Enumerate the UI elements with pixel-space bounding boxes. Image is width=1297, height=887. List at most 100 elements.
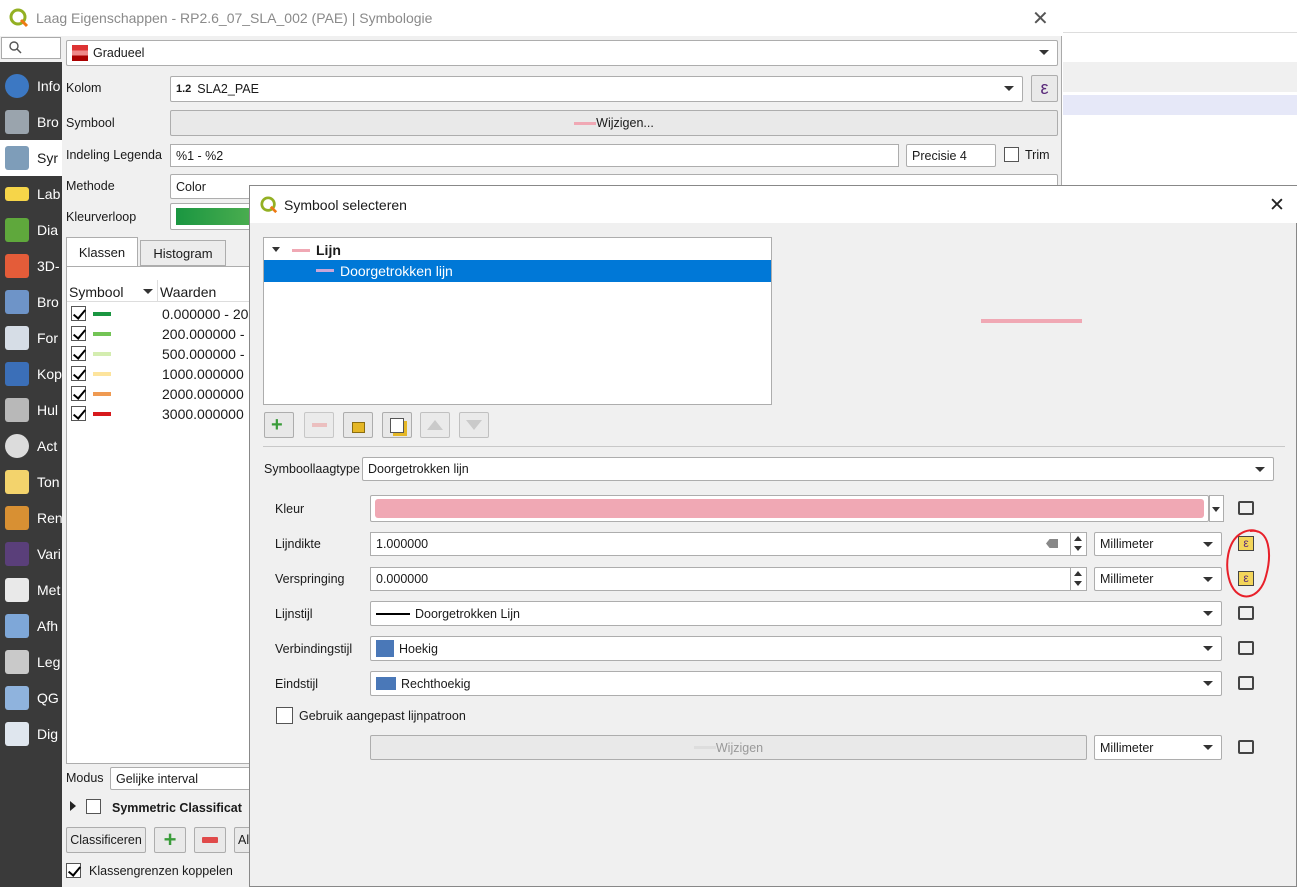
join-icon bbox=[5, 362, 29, 386]
lock-layer-button[interactable] bbox=[343, 412, 373, 438]
tab-klassen[interactable]: Klassen bbox=[66, 237, 138, 266]
class-visible-checkbox[interactable] bbox=[71, 326, 86, 341]
eindstijl-label: Eindstijl bbox=[275, 677, 319, 691]
verspringing-spinbox[interactable]: 0.000000 bbox=[370, 567, 1087, 591]
tab-histogram[interactable]: Histogram bbox=[140, 240, 226, 266]
fields-icon bbox=[5, 290, 29, 314]
sidebar-item-bron[interactable]: Bro bbox=[0, 104, 62, 140]
sidebar-item-tonen[interactable]: Ton bbox=[0, 464, 62, 500]
col-symbool-header[interactable]: Symbool bbox=[69, 284, 123, 300]
search-input[interactable] bbox=[1, 37, 61, 59]
sidebar-item-qgis-server[interactable]: QG bbox=[0, 680, 62, 716]
data-defined-override-verbinding[interactable] bbox=[1234, 638, 1258, 658]
custom-dash-unit-combo[interactable]: Millimeter bbox=[1094, 735, 1222, 760]
expand-arrow-icon[interactable] bbox=[70, 801, 76, 811]
class-visible-checkbox[interactable] bbox=[71, 346, 86, 361]
sidebar-item-symbologie[interactable]: Syr bbox=[0, 140, 62, 176]
symbool-label: Symbool bbox=[66, 116, 115, 130]
symbol-change-button[interactable]: Wijzigen... bbox=[170, 110, 1058, 136]
classify-button[interactable]: Classificeren bbox=[66, 827, 146, 853]
sidebar-item-renderen[interactable]: Ren bbox=[0, 500, 63, 536]
verspringing-spin-arrows[interactable] bbox=[1070, 567, 1087, 591]
gear-icon bbox=[5, 434, 29, 458]
lijndikte-unit-combo[interactable]: Millimeter bbox=[1094, 532, 1222, 556]
sidebar-item-3d[interactable]: 3D- bbox=[0, 248, 62, 284]
data-defined-override-kleur[interactable] bbox=[1234, 498, 1258, 518]
data-defined-override-eindstijl[interactable] bbox=[1234, 673, 1258, 693]
precision-spinbox[interactable]: Precisie 4 bbox=[906, 144, 996, 167]
data-defined-icon bbox=[1238, 606, 1254, 620]
class-visible-checkbox[interactable] bbox=[71, 406, 86, 421]
dialog-close-icon[interactable]: ✕ bbox=[1269, 194, 1285, 217]
class-visible-checkbox[interactable] bbox=[71, 366, 86, 381]
legend-icon bbox=[5, 650, 29, 674]
class-symbol-swatch bbox=[93, 332, 111, 336]
sidebar-item-hulpvelden[interactable]: Hul bbox=[0, 392, 62, 428]
sidebar-item-labels[interactable]: Lab bbox=[0, 176, 62, 212]
sidebar-item-afhankelijkheden[interactable]: Afh bbox=[0, 608, 62, 644]
sidebar-item-diagrammen[interactable]: Dia bbox=[0, 212, 62, 248]
class-symbol-swatch bbox=[93, 392, 111, 396]
legend-format-label: Indeling Legenda bbox=[66, 148, 162, 162]
verbindingstijl-combo[interactable]: Hoekig bbox=[370, 636, 1222, 661]
sidebar-item-koppelingen[interactable]: Kop bbox=[0, 356, 62, 392]
verbindingstijl-label: Verbindingstijl bbox=[275, 642, 353, 656]
sidebar-item-formulier[interactable]: For bbox=[0, 320, 62, 356]
verspringing-unit-combo[interactable]: Millimeter bbox=[1094, 567, 1222, 591]
minus-icon bbox=[202, 837, 218, 843]
expression-button[interactable]: ε bbox=[1031, 75, 1058, 102]
class-visible-checkbox[interactable] bbox=[71, 386, 86, 401]
move-up-button[interactable] bbox=[420, 412, 450, 438]
sidebar-item-legenda[interactable]: Leg bbox=[0, 644, 62, 680]
data-defined-override-lijnstijl[interactable] bbox=[1234, 603, 1258, 623]
class-symbol-swatch bbox=[93, 312, 111, 316]
move-down-button[interactable] bbox=[459, 412, 489, 438]
class-value: 3000.000000 bbox=[162, 406, 244, 422]
class-value: 1000.000000 bbox=[162, 366, 244, 382]
renderer-combo[interactable]: Gradueel bbox=[66, 40, 1058, 66]
window-title: Laag Eigenschappen - RP2.6_07_SLA_002 (P… bbox=[36, 10, 433, 26]
class-visible-checkbox[interactable] bbox=[71, 306, 86, 321]
duplicate-layer-button[interactable] bbox=[382, 412, 412, 438]
sort-arrow-icon bbox=[143, 289, 153, 294]
symboollaagtype-combo[interactable]: Doorgetrokken lijn bbox=[362, 457, 1274, 481]
add-layer-button[interactable]: + bbox=[264, 412, 294, 438]
sidebar-item-acties[interactable]: Act bbox=[0, 428, 62, 464]
remove-class-button[interactable] bbox=[194, 827, 226, 853]
dash-preview bbox=[693, 746, 716, 749]
tree-item-doorgetrokken-lijn[interactable]: Doorgetrokken lijn bbox=[264, 260, 771, 282]
color-dropdown-button[interactable] bbox=[1209, 495, 1224, 522]
legend-format-input[interactable]: %1 - %2 bbox=[170, 144, 899, 167]
clear-icon[interactable] bbox=[1046, 539, 1058, 548]
info-icon bbox=[5, 74, 29, 98]
sidebar-item-metadata[interactable]: Met bbox=[0, 572, 62, 608]
class-value: 0.000000 - 20 bbox=[162, 306, 249, 322]
sidebar-item-digitaliseren[interactable]: Dig bbox=[0, 716, 62, 752]
collapse-arrow-icon[interactable] bbox=[272, 247, 280, 252]
eindstijl-combo[interactable]: Rechthoekig bbox=[370, 671, 1222, 696]
add-class-button[interactable]: + bbox=[154, 827, 186, 853]
sidebar-item-variabelen[interactable]: Vari bbox=[0, 536, 62, 572]
custom-dash-checkbox[interactable] bbox=[276, 707, 293, 724]
close-icon[interactable]: ✕ bbox=[1032, 6, 1049, 31]
link-boundaries-checkbox[interactable] bbox=[66, 863, 81, 878]
color-button[interactable] bbox=[370, 495, 1209, 522]
brush-icon bbox=[5, 506, 29, 530]
kolom-combo[interactable]: 1.2 SLA2_PAE bbox=[170, 76, 1023, 102]
custom-dash-change-button[interactable]: Wijzigen bbox=[370, 735, 1087, 760]
symmetric-checkbox[interactable] bbox=[86, 799, 101, 814]
sidebar-item-bronvelden[interactable]: Bro bbox=[0, 284, 62, 320]
data-defined-override-dash[interactable] bbox=[1234, 737, 1258, 757]
symbol-selector-dialog: Symbool selecteren ✕ Lijn Doorgetrokken … bbox=[249, 185, 1297, 887]
lijnstijl-combo[interactable]: Doorgetrokken Lijn bbox=[370, 601, 1222, 626]
remove-layer-button[interactable] bbox=[304, 412, 334, 438]
sidebar-item-info[interactable]: Info bbox=[0, 68, 62, 104]
tree-item-lijn[interactable]: Lijn bbox=[264, 240, 771, 260]
data-defined-icon bbox=[1238, 641, 1254, 655]
class-value: 2000.000000 bbox=[162, 386, 244, 402]
lijndikte-spinbox[interactable]: 1.000000 bbox=[370, 532, 1087, 556]
col-waarden-header[interactable]: Waarden bbox=[160, 284, 216, 300]
trim-checkbox[interactable] bbox=[1004, 147, 1019, 162]
qgis-logo-icon bbox=[9, 8, 29, 28]
lijndikte-spin-arrows[interactable] bbox=[1070, 532, 1087, 556]
